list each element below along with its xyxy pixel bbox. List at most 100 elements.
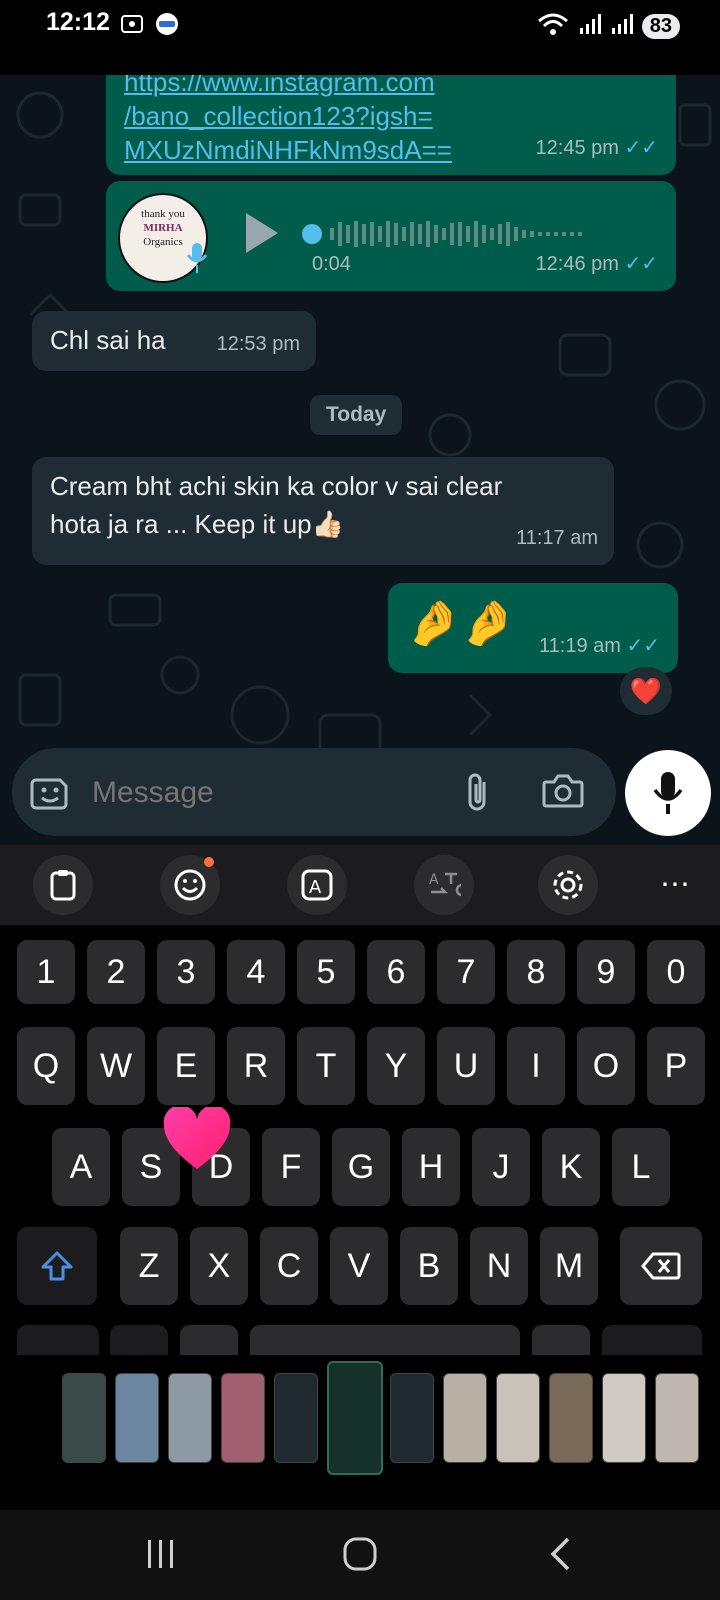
key-f[interactable]: F: [262, 1128, 320, 1206]
key-0[interactable]: 0: [647, 940, 705, 1004]
key-3[interactable]: 3: [157, 940, 215, 1004]
screenshot-thumbnail[interactable]: [443, 1373, 487, 1463]
emoji-icon[interactable]: [160, 855, 220, 915]
period-key[interactable]: [532, 1325, 590, 1355]
live-badge-icon: [154, 12, 180, 41]
key-n[interactable]: N: [470, 1227, 528, 1305]
message-link-outgoing[interactable]: https://www.instagram.com /bano_collecti…: [106, 75, 676, 175]
key-j[interactable]: J: [472, 1128, 530, 1206]
screenshot-thumbnail[interactable]: [390, 1373, 434, 1463]
message-time: 11:17 am: [516, 527, 598, 549]
screenshot-thumbnail[interactable]: [115, 1373, 159, 1463]
screenshot-thumbnail[interactable]: [602, 1373, 646, 1463]
recents-icon[interactable]: [145, 1538, 177, 1575]
key-o[interactable]: O: [577, 1027, 635, 1105]
key-z[interactable]: Z: [120, 1227, 178, 1305]
message-voice-outgoing[interactable]: thank you MIRHA Organics 0:04 12:46 pm ✓…: [106, 181, 676, 291]
more-icon[interactable]: ⋯: [660, 870, 690, 900]
text-convert-icon[interactable]: A: [414, 855, 474, 915]
key-9[interactable]: 9: [577, 940, 635, 1004]
key-2[interactable]: 2: [87, 940, 145, 1004]
clipboard-icon[interactable]: [33, 855, 93, 915]
shift-key[interactable]: [17, 1227, 97, 1305]
message-time: 12:45 pm: [535, 137, 619, 159]
screenshot-thumbnail[interactable]: [655, 1373, 699, 1463]
backspace-key[interactable]: [620, 1227, 702, 1305]
message-composer[interactable]: [12, 748, 616, 836]
message-text: Cream bht achi skin ka color v sai clear: [50, 471, 503, 501]
key-e[interactable]: E: [157, 1027, 215, 1105]
screenshot-thumbnail[interactable]: [496, 1373, 540, 1463]
reaction-badge[interactable]: ❤️: [620, 667, 672, 715]
key-w[interactable]: W: [87, 1027, 145, 1105]
key-8[interactable]: 8: [507, 940, 565, 1004]
screenshot-thumbnail[interactable]: [274, 1373, 318, 1463]
key-v[interactable]: V: [330, 1227, 388, 1305]
key-b[interactable]: B: [400, 1227, 458, 1305]
attach-icon[interactable]: [462, 770, 492, 819]
avatar-text: thank you: [141, 208, 185, 220]
read-ticks-icon: ✓✓: [626, 635, 660, 657]
key-i[interactable]: I: [507, 1027, 565, 1105]
language-key[interactable]: [110, 1325, 168, 1355]
status-time: 12:12: [46, 8, 110, 36]
key-r[interactable]: R: [227, 1027, 285, 1105]
key-h[interactable]: H: [402, 1128, 460, 1206]
message-input[interactable]: [90, 768, 434, 818]
shift-icon: [41, 1251, 73, 1281]
key-a[interactable]: A: [52, 1128, 110, 1206]
settings-icon[interactable]: [538, 855, 598, 915]
key-1[interactable]: 1: [17, 940, 75, 1004]
back-icon[interactable]: [548, 1536, 574, 1577]
recent-screenshots-strip[interactable]: [0, 1355, 720, 1510]
symbols-key[interactable]: [17, 1325, 99, 1355]
key-7[interactable]: 7: [437, 940, 495, 1004]
message-time: 11:19 am: [539, 635, 621, 657]
message-time: 12:46 pm: [535, 253, 619, 275]
key-6[interactable]: 6: [367, 940, 425, 1004]
key-x[interactable]: X: [190, 1227, 248, 1305]
space-key[interactable]: [250, 1325, 520, 1355]
key-c[interactable]: C: [260, 1227, 318, 1305]
keyboard-toolbar: A A ⋯: [0, 845, 720, 925]
voice-record-button[interactable]: [625, 750, 711, 836]
instagram-link[interactable]: MXUzNmdiNHFkNm9sdA==: [124, 133, 452, 167]
translate-icon[interactable]: A: [287, 855, 347, 915]
comma-key[interactable]: [180, 1325, 238, 1355]
key-u[interactable]: U: [437, 1027, 495, 1105]
read-ticks-icon: ✓✓: [624, 137, 658, 159]
message-emoji: 🤌🤌: [406, 599, 516, 648]
play-icon[interactable]: [242, 211, 282, 265]
key-m[interactable]: M: [540, 1227, 598, 1305]
avatar-text: MIRHA: [143, 222, 183, 234]
key-y[interactable]: Y: [367, 1027, 425, 1105]
chat-area[interactable]: https://www.instagram.com /bano_collecti…: [0, 75, 720, 845]
screenshot-thumbnail[interactable]: [549, 1373, 593, 1463]
svg-text:A: A: [309, 877, 322, 898]
key-t[interactable]: T: [297, 1027, 355, 1105]
key-4[interactable]: 4: [227, 940, 285, 1004]
screenshot-thumbnail[interactable]: [168, 1373, 212, 1463]
heart-overlay-icon: [162, 1105, 232, 1178]
instagram-link[interactable]: https://www.instagram.com: [124, 75, 452, 99]
key-k[interactable]: K: [542, 1128, 600, 1206]
sticker-icon[interactable]: [30, 772, 70, 817]
screenshot-thumbnail[interactable]: [62, 1373, 106, 1463]
instagram-link[interactable]: /bano_collection123?igsh=: [124, 99, 452, 133]
message-incoming[interactable]: Cream bht achi skin ka color v sai clear…: [32, 457, 614, 565]
key-5[interactable]: 5: [297, 940, 355, 1004]
status-bar: 12:12 83: [0, 0, 720, 75]
key-l[interactable]: L: [612, 1128, 670, 1206]
screenshot-thumbnail-selected[interactable]: [327, 1361, 383, 1475]
message-emoji-outgoing[interactable]: 🤌🤌 11:19 am ✓✓: [388, 583, 678, 673]
key-p[interactable]: P: [647, 1027, 705, 1105]
backspace-icon: [641, 1252, 681, 1280]
screenshot-thumbnail[interactable]: [221, 1373, 265, 1463]
camera-icon[interactable]: [542, 772, 584, 815]
key-q[interactable]: Q: [17, 1027, 75, 1105]
key-g[interactable]: G: [332, 1128, 390, 1206]
home-icon[interactable]: [342, 1536, 378, 1577]
message-incoming[interactable]: Chl sai ha 12:53 pm: [32, 311, 316, 371]
enter-key[interactable]: [602, 1325, 702, 1355]
message-text: Chl sai ha: [50, 325, 166, 355]
